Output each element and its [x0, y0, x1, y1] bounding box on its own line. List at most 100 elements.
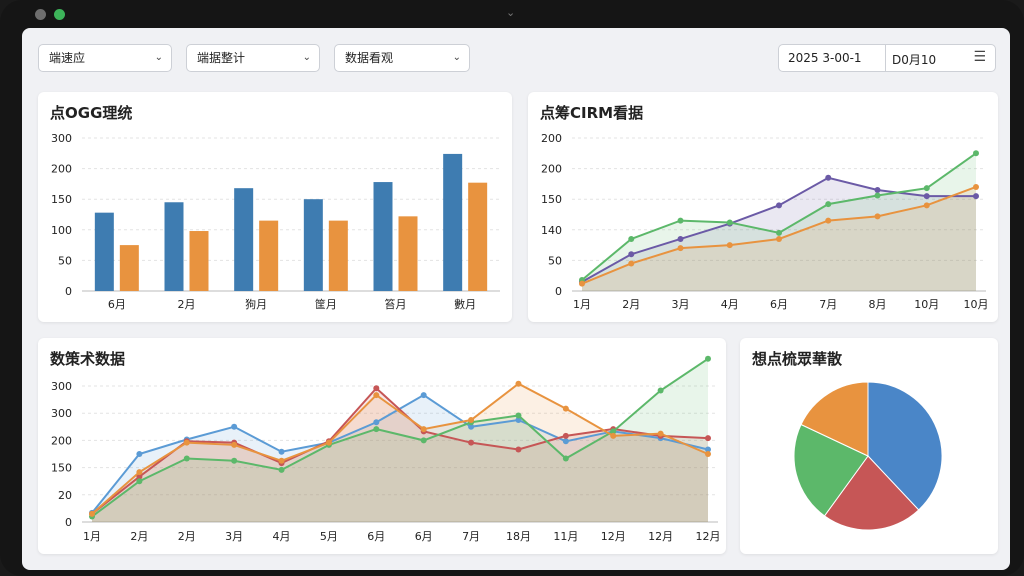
- x-tick-label: 2月: [622, 298, 640, 311]
- chart-title: 想点梳眾華散: [752, 350, 843, 368]
- line-chart-card: 点筹CIRM看据 0 50 140 150 200 200 1月 2月 3月 4月 6月 7月 8月 10…: [528, 92, 998, 322]
- x-tick-label: 4月: [273, 530, 291, 543]
- window-titlebar: ⌄: [0, 0, 1024, 28]
- filter-select-2[interactable]: 端据整计 ⌄: [186, 44, 320, 72]
- data-point: [610, 432, 617, 439]
- data-point: [677, 217, 684, 224]
- data-point: [705, 355, 711, 362]
- data-point: [825, 217, 832, 224]
- chevron-down-icon: ⌄: [154, 52, 163, 63]
- y-tick-label: 0: [65, 516, 72, 529]
- y-tick-label: 50: [58, 254, 72, 267]
- y-tick-label: 0: [555, 285, 562, 298]
- x-tick-label: 6月: [415, 530, 433, 543]
- data-point: [874, 187, 881, 194]
- data-point: [776, 229, 782, 236]
- data-point: [825, 201, 832, 208]
- data-point: [515, 380, 522, 387]
- y-tick-label: 200: [51, 434, 72, 447]
- y-tick-label: 140: [541, 224, 562, 237]
- date-range-picker[interactable]: 2025 3-00-1 D0月10 ☰: [778, 44, 996, 72]
- data-point: [373, 419, 380, 426]
- data-point: [562, 455, 569, 462]
- data-point: [973, 183, 979, 190]
- y-tick-label: 150: [51, 462, 72, 475]
- filter-select-label: 端据整计: [197, 51, 246, 65]
- x-tick-label: 3月: [672, 298, 690, 311]
- x-tick-label: 5月: [320, 530, 338, 543]
- y-tick-label: 200: [541, 163, 562, 176]
- chart-title: 点OGG理统: [50, 104, 133, 122]
- chevron-down-icon: ⌄: [452, 52, 461, 63]
- x-tick-label: 2月: [178, 298, 196, 311]
- data-point: [420, 426, 427, 433]
- y-tick-label: 100: [51, 224, 72, 237]
- filter-select-label: 数据看观: [345, 51, 394, 65]
- data-point: [515, 446, 522, 453]
- data-point: [278, 466, 285, 473]
- x-tick-label: 6月: [108, 298, 126, 311]
- data-point: [973, 193, 979, 200]
- x-tick-label: 筐月: [315, 297, 337, 311]
- x-tick-label: 2月: [178, 530, 196, 543]
- filter-select-1[interactable]: 端速应 ⌄: [38, 44, 172, 72]
- multi-line-chart: 0 20 150 200 300 300 1月 2月 2月 3月 4月 5月 6月 6月 7月 18月 11月 1…: [51, 355, 721, 543]
- data-point: [973, 150, 979, 157]
- data-point: [923, 193, 930, 200]
- x-tick-label: 數月: [454, 298, 476, 311]
- filter-select-3[interactable]: 数据看观 ⌄: [334, 44, 470, 72]
- series-area: [92, 383, 708, 522]
- pie-chart-card: 想点梳眾華散: [740, 338, 998, 554]
- x-tick-label: 6月: [367, 530, 385, 543]
- data-point: [923, 185, 930, 192]
- filter-select-label: 端速应: [49, 51, 86, 65]
- data-point: [705, 435, 711, 442]
- data-point: [628, 235, 635, 242]
- data-point: [136, 478, 143, 485]
- data-point: [562, 432, 569, 439]
- pie-chart: [793, 381, 943, 531]
- data-point: [726, 242, 733, 249]
- x-tick-label: 1月: [83, 530, 101, 543]
- bar: [443, 153, 463, 291]
- menu-icon[interactable]: ☰: [973, 49, 986, 65]
- data-point: [89, 510, 95, 517]
- y-tick-label: 150: [541, 193, 562, 206]
- chart-title: 点筹CIRM看据: [540, 104, 644, 122]
- bar: [94, 212, 114, 291]
- data-point: [705, 451, 711, 457]
- data-point: [657, 430, 664, 437]
- data-point: [657, 387, 664, 394]
- data-point: [579, 280, 585, 287]
- data-point: [183, 455, 190, 462]
- data-point: [677, 235, 684, 242]
- date-end[interactable]: D0月10: [892, 51, 936, 68]
- data-point: [776, 235, 782, 242]
- x-tick-label: 7月: [462, 530, 480, 543]
- date-start[interactable]: 2025 3-00-1: [788, 51, 862, 65]
- x-tick-label: 10月: [964, 298, 989, 311]
- data-point: [278, 457, 285, 464]
- window-control-gray[interactable]: [35, 9, 46, 20]
- data-point: [726, 219, 733, 226]
- data-point: [468, 439, 475, 446]
- bar: [119, 245, 139, 291]
- chevron-down-icon[interactable]: ⌄: [506, 6, 515, 19]
- bar-chart: 0 50 100 150 200 300 6月 2月 狗月 筐月 笞月 數月: [51, 132, 500, 311]
- x-tick-label: 狗月: [245, 298, 267, 311]
- data-point: [231, 457, 238, 464]
- y-tick-label: 20: [58, 489, 72, 502]
- x-tick-label: 8月: [869, 298, 887, 311]
- x-tick-label: 6月: [770, 298, 788, 311]
- x-tick-label: 2月: [130, 530, 148, 543]
- divider: [885, 45, 886, 71]
- bar: [303, 199, 323, 291]
- window-control-green[interactable]: [54, 9, 65, 20]
- y-tick-label: 50: [548, 254, 562, 267]
- data-point: [874, 213, 881, 220]
- x-tick-label: 1月: [573, 298, 591, 311]
- data-point: [373, 385, 380, 392]
- bar: [398, 216, 418, 291]
- data-point: [628, 251, 635, 258]
- x-tick-label: 12月: [696, 530, 721, 543]
